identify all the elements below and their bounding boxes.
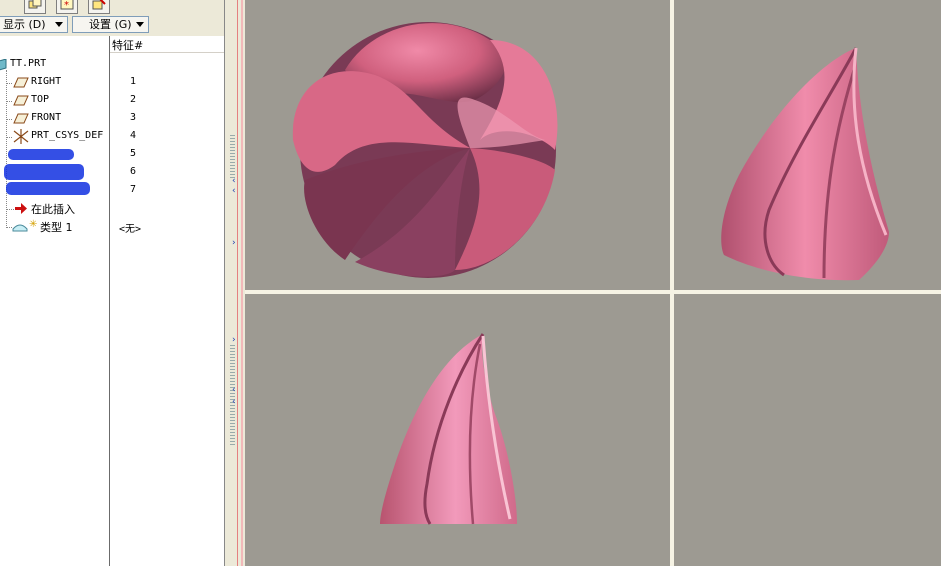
tree-item-label: TT.PRT <box>10 58 47 69</box>
viewport-divider-vertical[interactable] <box>670 0 674 566</box>
filter-icon <box>92 0 106 10</box>
tree-item-hidden-7[interactable]: 7 <box>0 182 224 200</box>
tree-column-header[interactable]: 特征# <box>110 36 224 53</box>
tree-menubar: 显示 (D) 设置 (G) <box>0 14 225 36</box>
tree-tool-filter-button[interactable] <box>88 0 110 14</box>
expand-arrow-icon[interactable]: › <box>232 238 236 248</box>
feature-number: <无> <box>119 224 142 235</box>
model-tree-panel: * 显示 (D) 设置 (G) 特征# TT.PRT RIGHT 1 TOP 2… <box>0 0 225 566</box>
layer-icon <box>12 224 28 232</box>
viewport-top-left[interactable] <box>245 0 670 290</box>
tree-connector <box>6 101 12 102</box>
sash-grip[interactable] <box>230 135 235 180</box>
tree-connector <box>6 83 12 84</box>
sash-edge <box>241 0 243 566</box>
feature-number: 2 <box>130 94 137 105</box>
chevron-down-icon <box>136 22 144 27</box>
tree-item-type-1[interactable]: ✳ 类型 1 <无> <box>0 218 224 236</box>
tree-item-insert-here[interactable]: 在此插入 <box>0 200 224 218</box>
feature-number-header: 特征# <box>112 39 144 52</box>
redacted-scribble <box>8 149 74 160</box>
display-menu-label: 显示 (D) <box>3 18 46 31</box>
tree-item-label: 在此插入 <box>31 203 75 216</box>
tree-item-label: RIGHT <box>31 76 62 87</box>
expand-arrow-icon[interactable]: › <box>232 335 236 345</box>
svg-text:*: * <box>64 0 69 10</box>
collapse-arrow-icon[interactable]: ‹ <box>232 397 236 407</box>
viewport-divider-horizontal[interactable] <box>245 290 941 294</box>
feature-number: 3 <box>130 112 137 123</box>
tree-connector <box>6 119 12 120</box>
tree-item-label: FRONT <box>31 112 62 123</box>
display-menu-button[interactable]: 显示 (D) <box>0 16 68 33</box>
viewport-top-right[interactable] <box>674 0 941 290</box>
datum-plane-icon <box>13 77 29 88</box>
redacted-scribble <box>6 182 90 195</box>
viewport-bottom-right[interactable] <box>674 294 941 566</box>
tree-item-label: 类型 1 <box>40 221 73 234</box>
tree-item-right-plane[interactable]: RIGHT 1 <box>0 74 224 92</box>
part-icon <box>0 59 7 71</box>
coordinate-system-icon <box>13 129 29 144</box>
copy-icon <box>28 0 42 9</box>
new-feature-icon: * <box>60 0 74 10</box>
collapse-arrow-icon[interactable]: ‹ <box>232 385 236 395</box>
collapse-arrow-icon[interactable]: ‹ <box>232 186 236 196</box>
model-tree: 特征# TT.PRT RIGHT 1 TOP 2 FRONT 3 PRT_CSY… <box>0 36 224 566</box>
viewport-bottom-left[interactable] <box>245 294 670 566</box>
feature-number: 7 <box>130 184 137 195</box>
chevron-down-icon <box>55 22 63 27</box>
panel-sash[interactable]: ‹ ‹ › › ‹ ‹ <box>225 0 245 566</box>
feature-number: 1 <box>130 76 137 87</box>
tree-item-label: TOP <box>31 94 50 105</box>
tree-item-top-plane[interactable]: TOP 2 <box>0 92 224 110</box>
tree-tool-copy-button[interactable] <box>24 0 46 14</box>
tree-item-csys[interactable]: PRT_CSYS_DEF 4 <box>0 128 224 146</box>
model-view-side <box>721 47 889 281</box>
redacted-scribble <box>4 164 84 180</box>
datum-plane-icon <box>13 113 29 124</box>
datum-plane-icon <box>13 95 29 106</box>
tree-item-hidden-6[interactable]: 6 <box>0 164 224 182</box>
feature-number: 6 <box>130 166 137 177</box>
collapse-arrow-icon[interactable]: ‹ <box>232 176 236 186</box>
feature-number: 5 <box>130 148 137 159</box>
tree-toolbar: * <box>0 0 225 14</box>
model-view-top <box>380 333 517 525</box>
sash-grip[interactable] <box>230 345 235 445</box>
settings-menu-button[interactable]: 设置 (G) <box>72 16 149 33</box>
tree-connector <box>6 209 14 210</box>
tree-item-part[interactable]: TT.PRT <box>0 56 224 74</box>
asterisk-icon: ✳ <box>29 219 38 230</box>
tree-tool-star-button[interactable]: * <box>56 0 78 14</box>
settings-menu-label: 设置 (G) <box>89 18 132 31</box>
feature-number: 4 <box>130 130 137 141</box>
model-view-front <box>292 22 558 278</box>
sash-edge <box>237 0 238 566</box>
tree-item-hidden-5[interactable]: 5 <box>0 146 224 164</box>
tree-item-front-plane[interactable]: FRONT 3 <box>0 110 224 128</box>
tree-item-label: PRT_CSYS_DEF <box>31 130 104 141</box>
insert-arrow-icon <box>15 203 27 214</box>
